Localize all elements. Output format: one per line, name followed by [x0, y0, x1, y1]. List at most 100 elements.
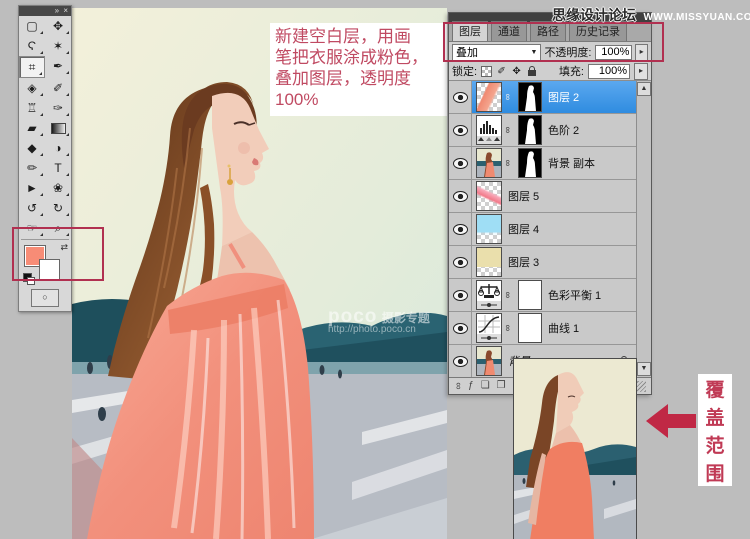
lock-transparency-icon[interactable]	[481, 66, 492, 77]
layer-name[interactable]: 曲线 1	[548, 320, 579, 336]
visibility-toggle[interactable]	[449, 345, 472, 377]
gradient-tool[interactable]	[45, 118, 71, 138]
fill-input[interactable]: 100%	[588, 64, 630, 79]
eye-icon	[453, 257, 468, 268]
layer-mask-thumbnail[interactable]	[518, 115, 542, 145]
layer-thumbnail-paint-tan[interactable]	[476, 247, 502, 277]
link-layers-icon[interactable]: ∞	[451, 382, 465, 389]
layer-thumbnail-paint-blue[interactable]	[476, 214, 502, 244]
layer-thumbnail-paint-pink[interactable]	[476, 181, 502, 211]
history-brush-tool[interactable]: ✑	[45, 98, 71, 118]
add-layer-mask-icon[interactable]: ❏	[481, 379, 490, 393]
scroll-down-icon[interactable]: ▼	[637, 362, 651, 376]
layer-name[interactable]: 色阶 2	[548, 122, 579, 138]
rectangular-marquee-tool[interactable]: ▢	[19, 16, 45, 36]
clone-stamp-tool[interactable]: ♖	[19, 98, 45, 118]
move-icon: ✥	[53, 19, 63, 33]
layer-thumbnail-curves[interactable]	[476, 313, 502, 343]
tool-grid: ▢✥Ϛ✶⌗✒◈✐♖✑▰◆◑✏T►❀↺↻☞⌕	[19, 16, 71, 238]
coverage-range-callout: 覆盖范围	[698, 374, 732, 486]
layer-name[interactable]: 图层 3	[508, 254, 539, 270]
custom-shape-tool[interactable]: ❀	[45, 178, 71, 198]
healing-brush-tool[interactable]: ◈	[19, 78, 45, 98]
visibility-toggle[interactable]	[449, 114, 472, 146]
layer-name[interactable]: 色彩平衡 1	[548, 287, 601, 303]
pen-tool[interactable]: ✏	[19, 158, 45, 178]
visibility-toggle[interactable]	[449, 213, 472, 245]
layer-row-图层 2[interactable]: ∞图层 2	[449, 81, 636, 114]
collapse-icon[interactable]: »	[55, 6, 60, 15]
pen-icon: ✏	[27, 161, 37, 175]
layer-name[interactable]: 图层 5	[508, 188, 539, 204]
close-icon[interactable]: ×	[63, 6, 69, 15]
layers-scrollbar[interactable]: ▲ ▼	[636, 81, 651, 377]
move-tool[interactable]: ✥	[45, 16, 71, 36]
scroll-up-icon[interactable]: ▲	[637, 82, 651, 96]
layer-thumbnail-photo[interactable]	[476, 148, 502, 178]
layer-thumbnail-levels[interactable]	[476, 115, 502, 145]
type-tool[interactable]: T	[45, 158, 71, 178]
lock-position-icon[interactable]: ✥	[511, 66, 522, 77]
layer-mask-thumbnail[interactable]	[518, 148, 542, 178]
new-group-icon[interactable]: ❐	[497, 379, 506, 393]
layer-row-背景 副本[interactable]: ∞背景 副本	[449, 147, 636, 180]
layer-row-图层 5[interactable]: 图层 5	[449, 180, 636, 213]
visibility-toggle[interactable]	[449, 246, 472, 278]
photo-watermark-suffix: 摄影专题	[382, 311, 430, 325]
eyedropper-tool[interactable]: ✒	[45, 56, 71, 76]
lock-all-icon[interactable]	[526, 66, 537, 77]
visibility-toggle[interactable]	[449, 81, 472, 113]
eye-icon	[453, 356, 468, 367]
lock-row: 锁定: ✐✥ 填充: 100% ▸	[449, 62, 651, 81]
link-icon: ∞	[503, 125, 513, 135]
photo-watermark-url: http://photo.poco.cn	[328, 324, 430, 336]
visibility-toggle[interactable]	[449, 312, 472, 344]
path-selection-icon: ►	[26, 181, 38, 195]
fill-flyout-icon[interactable]: ▸	[634, 63, 648, 80]
history-brush-icon: ✑	[53, 101, 63, 115]
layer-mask-thumbnail[interactable]	[518, 82, 542, 112]
layer-row-曲线 1[interactable]: ∞曲线 1	[449, 312, 636, 345]
lock-image-icon[interactable]: ✐	[496, 66, 507, 77]
layer-name[interactable]: 背景 副本	[548, 155, 595, 171]
eye-icon	[453, 125, 468, 136]
quick-mask-button[interactable]: ○	[31, 289, 59, 307]
brush-icon: ✐	[53, 81, 63, 95]
eye-icon	[453, 92, 468, 103]
photo-canvas: 新建空白层，用画 笔把衣服涂成粉色， 叠加图层，透明度 100% poco 摄影…	[72, 8, 447, 539]
layer-name[interactable]: 图层 4	[508, 221, 539, 237]
layer-row-色彩平衡 1[interactable]: ∞色彩平衡 1	[449, 279, 636, 312]
blur-tool[interactable]: ◆	[19, 138, 45, 158]
callout-char: 范	[705, 431, 724, 458]
lasso-tool[interactable]: Ϛ	[19, 36, 45, 56]
magic-wand-tool[interactable]: ✶	[45, 36, 71, 56]
layer-thumbnail-color-balance[interactable]	[476, 280, 502, 310]
visibility-toggle[interactable]	[449, 279, 472, 311]
layer-row-色阶 2[interactable]: ∞ 色阶 2	[449, 114, 636, 147]
eraser-tool[interactable]: ▰	[19, 118, 45, 138]
layer-name[interactable]: 图层 2	[548, 89, 579, 105]
visibility-toggle[interactable]	[449, 180, 472, 212]
layer-row-图层 3[interactable]: 图层 3	[449, 246, 636, 279]
lock-label: 锁定:	[452, 63, 477, 79]
layer-mask-thumbnail[interactable]	[518, 313, 542, 343]
crop-icon: ⌗	[29, 60, 36, 75]
measure-icon: ↻	[53, 201, 63, 215]
visibility-toggle[interactable]	[449, 147, 472, 179]
callout-char: 覆	[705, 375, 724, 402]
path-selection-tool[interactable]: ►	[19, 178, 45, 198]
layer-mask-thumbnail[interactable]	[518, 280, 542, 310]
notes-tool[interactable]: ↺	[19, 198, 45, 218]
layers-panel: 图层通道路径历史记录 叠加 ▼ 不透明度: 100% ▸ 锁定: ✐✥ 填充: …	[448, 12, 652, 395]
crop-tool[interactable]: ⌗	[19, 56, 45, 78]
brush-tool[interactable]: ✐	[45, 78, 71, 98]
lock-icons: ✐✥	[481, 66, 537, 77]
measure-tool[interactable]: ↻	[45, 198, 71, 218]
annotation-line: 叠加图层，透明度	[275, 68, 447, 89]
layer-row-图层 4[interactable]: 图层 4	[449, 213, 636, 246]
layer-thumbnail-paint-coral[interactable]	[476, 82, 502, 112]
layer-style-icon[interactable]: ƒ	[468, 379, 474, 393]
layer-thumbnail-photo[interactable]	[476, 346, 502, 376]
tools-palette-titlebar[interactable]: » ×	[19, 6, 71, 16]
dodge-tool[interactable]: ◑	[45, 138, 71, 158]
